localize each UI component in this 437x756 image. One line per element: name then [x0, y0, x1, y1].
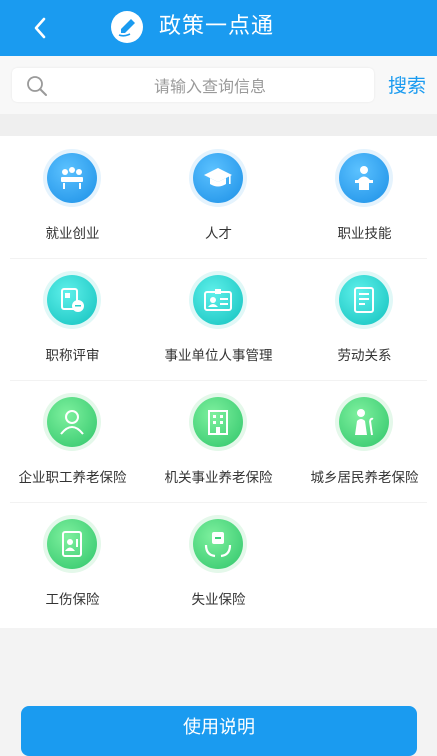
category-label: 职业技能 [337, 226, 392, 242]
office-building-icon [193, 397, 243, 447]
elderly-person-icon [339, 397, 389, 447]
category-grid: 就业创业 人才 职业技能 职称评审 事业单位人事管理 劳动关系 企业职工养老保险… [0, 136, 437, 628]
lecturer-podium-icon [339, 153, 389, 203]
category-vocational-skills[interactable]: 职业技能 [292, 136, 437, 258]
employment-meeting-icon [47, 153, 97, 203]
contract-document-icon [339, 275, 389, 325]
section-divider [0, 114, 437, 136]
search-bar: 搜索 [0, 56, 437, 114]
category-label: 工伤保险 [45, 592, 100, 608]
chevron-left-icon [34, 17, 46, 39]
category-resident-pension[interactable]: 城乡居民养老保险 [292, 380, 437, 502]
category-title-review[interactable]: 职称评审 [0, 258, 145, 380]
category-personnel-management[interactable]: 事业单位人事管理 [146, 258, 291, 380]
category-label: 企业职工养老保险 [18, 470, 127, 486]
id-badge-icon [193, 275, 243, 325]
page-title: 政策一点通 [159, 14, 275, 39]
graduation-cap-icon [193, 153, 243, 203]
category-label: 机关事业养老保险 [164, 470, 273, 486]
search-input[interactable] [58, 68, 362, 104]
category-enterprise-pension[interactable]: 企业职工养老保险 [0, 380, 145, 502]
pen-logo-icon [118, 19, 135, 37]
unemployment-hands-icon [193, 519, 243, 569]
category-unemployment[interactable]: 失业保险 [146, 502, 291, 624]
certificate-review-icon [47, 275, 97, 325]
usage-guide-button[interactable]: 使用说明 [21, 706, 417, 756]
category-employment[interactable]: 就业创业 [0, 136, 145, 258]
category-label: 就业创业 [45, 226, 100, 242]
category-label: 城乡居民养老保险 [310, 470, 419, 486]
injury-card-icon [47, 519, 97, 569]
category-label: 职称评审 [45, 348, 100, 364]
back-button[interactable] [22, 10, 58, 46]
category-label: 失业保险 [191, 592, 246, 608]
category-talent[interactable]: 人才 [146, 136, 291, 258]
category-label: 劳动关系 [337, 348, 392, 364]
category-institution-pension[interactable]: 机关事业养老保险 [146, 380, 291, 502]
search-box [12, 68, 374, 104]
category-label: 事业单位人事管理 [164, 348, 273, 364]
app-logo [111, 11, 143, 43]
search-icon [27, 76, 47, 96]
category-label: 人才 [205, 226, 232, 242]
users-group-icon [47, 397, 97, 447]
category-labor-relations[interactable]: 劳动关系 [292, 258, 437, 380]
category-work-injury[interactable]: 工伤保险 [0, 502, 145, 624]
search-button[interactable]: 搜索 [388, 71, 426, 98]
app-header: 政策一点通 [0, 0, 437, 56]
